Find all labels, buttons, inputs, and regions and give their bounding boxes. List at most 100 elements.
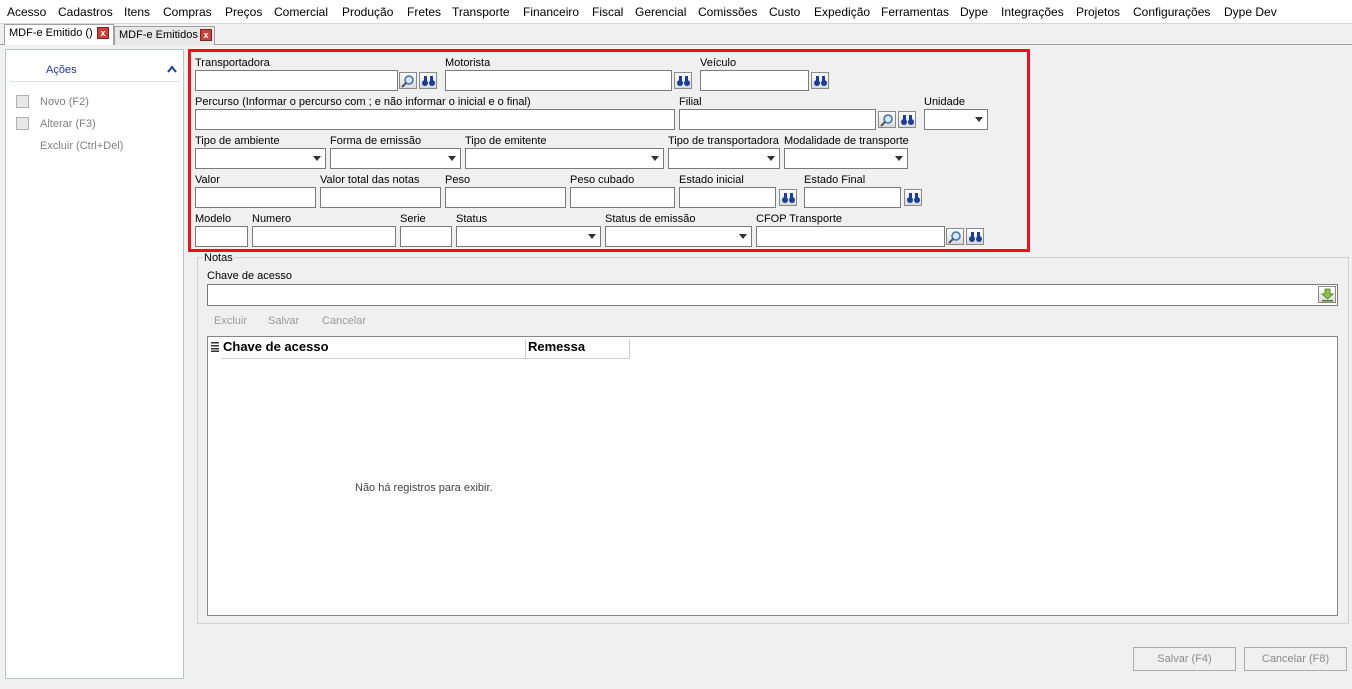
- notas-excluir-button[interactable]: Excluir: [214, 315, 247, 327]
- label-tipo-transportadora: Tipo de transportadora: [668, 135, 779, 147]
- chevron-down-icon: [588, 234, 596, 239]
- search-icon[interactable]: [946, 228, 964, 245]
- filial-input[interactable]: [679, 109, 876, 130]
- tab-label: MDF-e Emitido (): [9, 27, 93, 39]
- tab-close-icon[interactable]: x: [200, 29, 212, 41]
- binoculars-icon[interactable]: [674, 72, 692, 89]
- menu-acesso[interactable]: Acesso: [7, 5, 46, 19]
- notas-salvar-button[interactable]: Salvar: [268, 315, 299, 327]
- menu-projetos[interactable]: Projetos: [1076, 5, 1120, 19]
- modalidade-transporte-select[interactable]: [784, 148, 908, 169]
- column-chooser-icon[interactable]: [211, 342, 219, 355]
- download-arrow-icon[interactable]: [1318, 286, 1336, 303]
- label-transportadora: Transportadora: [195, 57, 270, 69]
- tipo-transportadora-select[interactable]: [668, 148, 780, 169]
- status-emissao-select[interactable]: [605, 226, 752, 247]
- menu-expedicao[interactable]: Expedição: [814, 5, 870, 19]
- peso-cubado-input[interactable]: [570, 187, 675, 208]
- search-icon[interactable]: [399, 72, 417, 89]
- cfop-transporte-input[interactable]: [756, 226, 945, 247]
- menu-financeiro[interactable]: Financeiro: [523, 5, 579, 19]
- menu-transporte[interactable]: Transporte: [452, 5, 510, 19]
- binoculars-icon[interactable]: [811, 72, 829, 89]
- menu-ferramentas[interactable]: Ferramentas: [881, 5, 949, 19]
- actions-panel: Ações Novo (F2) Alterar (F3) Excluir (Ct…: [5, 49, 184, 679]
- label-tipo-ambiente: Tipo de ambiente: [195, 135, 280, 147]
- label-motorista: Motorista: [445, 57, 491, 69]
- column-header-remessa[interactable]: Remessa: [526, 339, 630, 359]
- label-valor-total-notas: Valor total das notas: [320, 174, 420, 186]
- menu-gerencial[interactable]: Gerencial: [635, 5, 686, 19]
- unidade-select[interactable]: [924, 109, 988, 130]
- status-select[interactable]: [456, 226, 601, 247]
- binoculars-icon[interactable]: [779, 189, 797, 206]
- label-cfop-transporte: CFOP Transporte: [756, 213, 842, 225]
- label-chave-acesso: Chave de acesso: [207, 270, 292, 282]
- label-numero: Numero: [252, 213, 292, 225]
- tab-label: MDF-e Emitidos: [119, 29, 198, 41]
- search-icon[interactable]: [878, 111, 896, 128]
- binoculars-icon[interactable]: [419, 72, 437, 89]
- column-header-chave[interactable]: Chave de acesso: [221, 339, 526, 359]
- menu-configuracoes[interactable]: Configurações: [1133, 5, 1210, 19]
- numero-input[interactable]: [252, 226, 396, 247]
- label-modelo: Modelo: [195, 213, 232, 225]
- motorista-input[interactable]: [445, 70, 672, 91]
- label-status: Status: [456, 213, 488, 225]
- tab-close-icon[interactable]: x: [97, 27, 109, 39]
- notas-grid: Chave de acesso Remessa: [207, 336, 1338, 616]
- label-forma-emissao: Forma de emissão: [330, 135, 422, 147]
- chevron-down-icon: [767, 156, 775, 161]
- valor-input[interactable]: [195, 187, 316, 208]
- percurso-input[interactable]: [195, 109, 675, 130]
- menu-fiscal[interactable]: Fiscal: [592, 5, 623, 19]
- save-button[interactable]: Salvar (F4): [1133, 647, 1236, 671]
- chevron-down-icon: [313, 156, 321, 161]
- veiculo-input[interactable]: [700, 70, 809, 91]
- cancel-button[interactable]: Cancelar (F8): [1244, 647, 1347, 671]
- menu-precos[interactable]: Preços: [225, 5, 262, 19]
- modelo-input[interactable]: [195, 226, 248, 247]
- menu-producao[interactable]: Produção: [342, 5, 393, 19]
- label-peso-cubado: Peso cubado: [570, 174, 635, 186]
- menu-custo[interactable]: Custo: [769, 5, 800, 19]
- chevron-down-icon: [895, 156, 903, 161]
- binoculars-icon[interactable]: [898, 111, 916, 128]
- forma-emissao-select[interactable]: [330, 148, 461, 169]
- menu-fretes[interactable]: Fretes: [407, 5, 441, 19]
- action-alterar[interactable]: Alterar (F3): [40, 118, 96, 130]
- serie-input[interactable]: [400, 226, 452, 247]
- edit-document-icon: [16, 117, 29, 130]
- estado-inicial-input[interactable]: [679, 187, 776, 208]
- menu-integracoes[interactable]: Integrações: [1001, 5, 1064, 19]
- label-valor: Valor: [195, 174, 220, 186]
- label-status-emissao: Status de emissão: [605, 213, 696, 225]
- action-novo[interactable]: Novo (F2): [40, 96, 89, 108]
- collapse-chevron-icon[interactable]: [167, 62, 177, 76]
- menu-compras[interactable]: Compras: [163, 5, 212, 19]
- menu-comercial[interactable]: Comercial: [274, 5, 328, 19]
- action-excluir[interactable]: Excluir (Ctrl+Del): [40, 140, 123, 152]
- tipo-ambiente-select[interactable]: [195, 148, 326, 169]
- notas-group-label: Notas: [203, 252, 234, 264]
- chevron-down-icon: [975, 117, 983, 122]
- menu-dype-dev[interactable]: Dype Dev: [1224, 5, 1277, 19]
- menu-comissoes[interactable]: Comissões: [698, 5, 757, 19]
- chevron-down-icon: [739, 234, 747, 239]
- label-tipo-emitente: Tipo de emitente: [465, 135, 547, 147]
- binoculars-icon[interactable]: [904, 189, 922, 206]
- divider: [10, 81, 180, 82]
- menu-itens[interactable]: Itens: [124, 5, 150, 19]
- menu-dype[interactable]: Dype: [960, 5, 988, 19]
- menu-bar: Acesso Cadastros Itens Compras Preços Co…: [0, 0, 1352, 24]
- label-percurso: Percurso (Informar o percurso com ; e nã…: [195, 96, 531, 108]
- transportadora-input[interactable]: [195, 70, 398, 91]
- peso-input[interactable]: [445, 187, 566, 208]
- notas-cancelar-button[interactable]: Cancelar: [322, 315, 366, 327]
- estado-final-input[interactable]: [804, 187, 901, 208]
- menu-cadastros[interactable]: Cadastros: [58, 5, 113, 19]
- tipo-emitente-select[interactable]: [465, 148, 664, 169]
- chave-acesso-input[interactable]: [207, 284, 1338, 306]
- binoculars-icon[interactable]: [966, 228, 984, 245]
- valor-total-notas-input[interactable]: [320, 187, 441, 208]
